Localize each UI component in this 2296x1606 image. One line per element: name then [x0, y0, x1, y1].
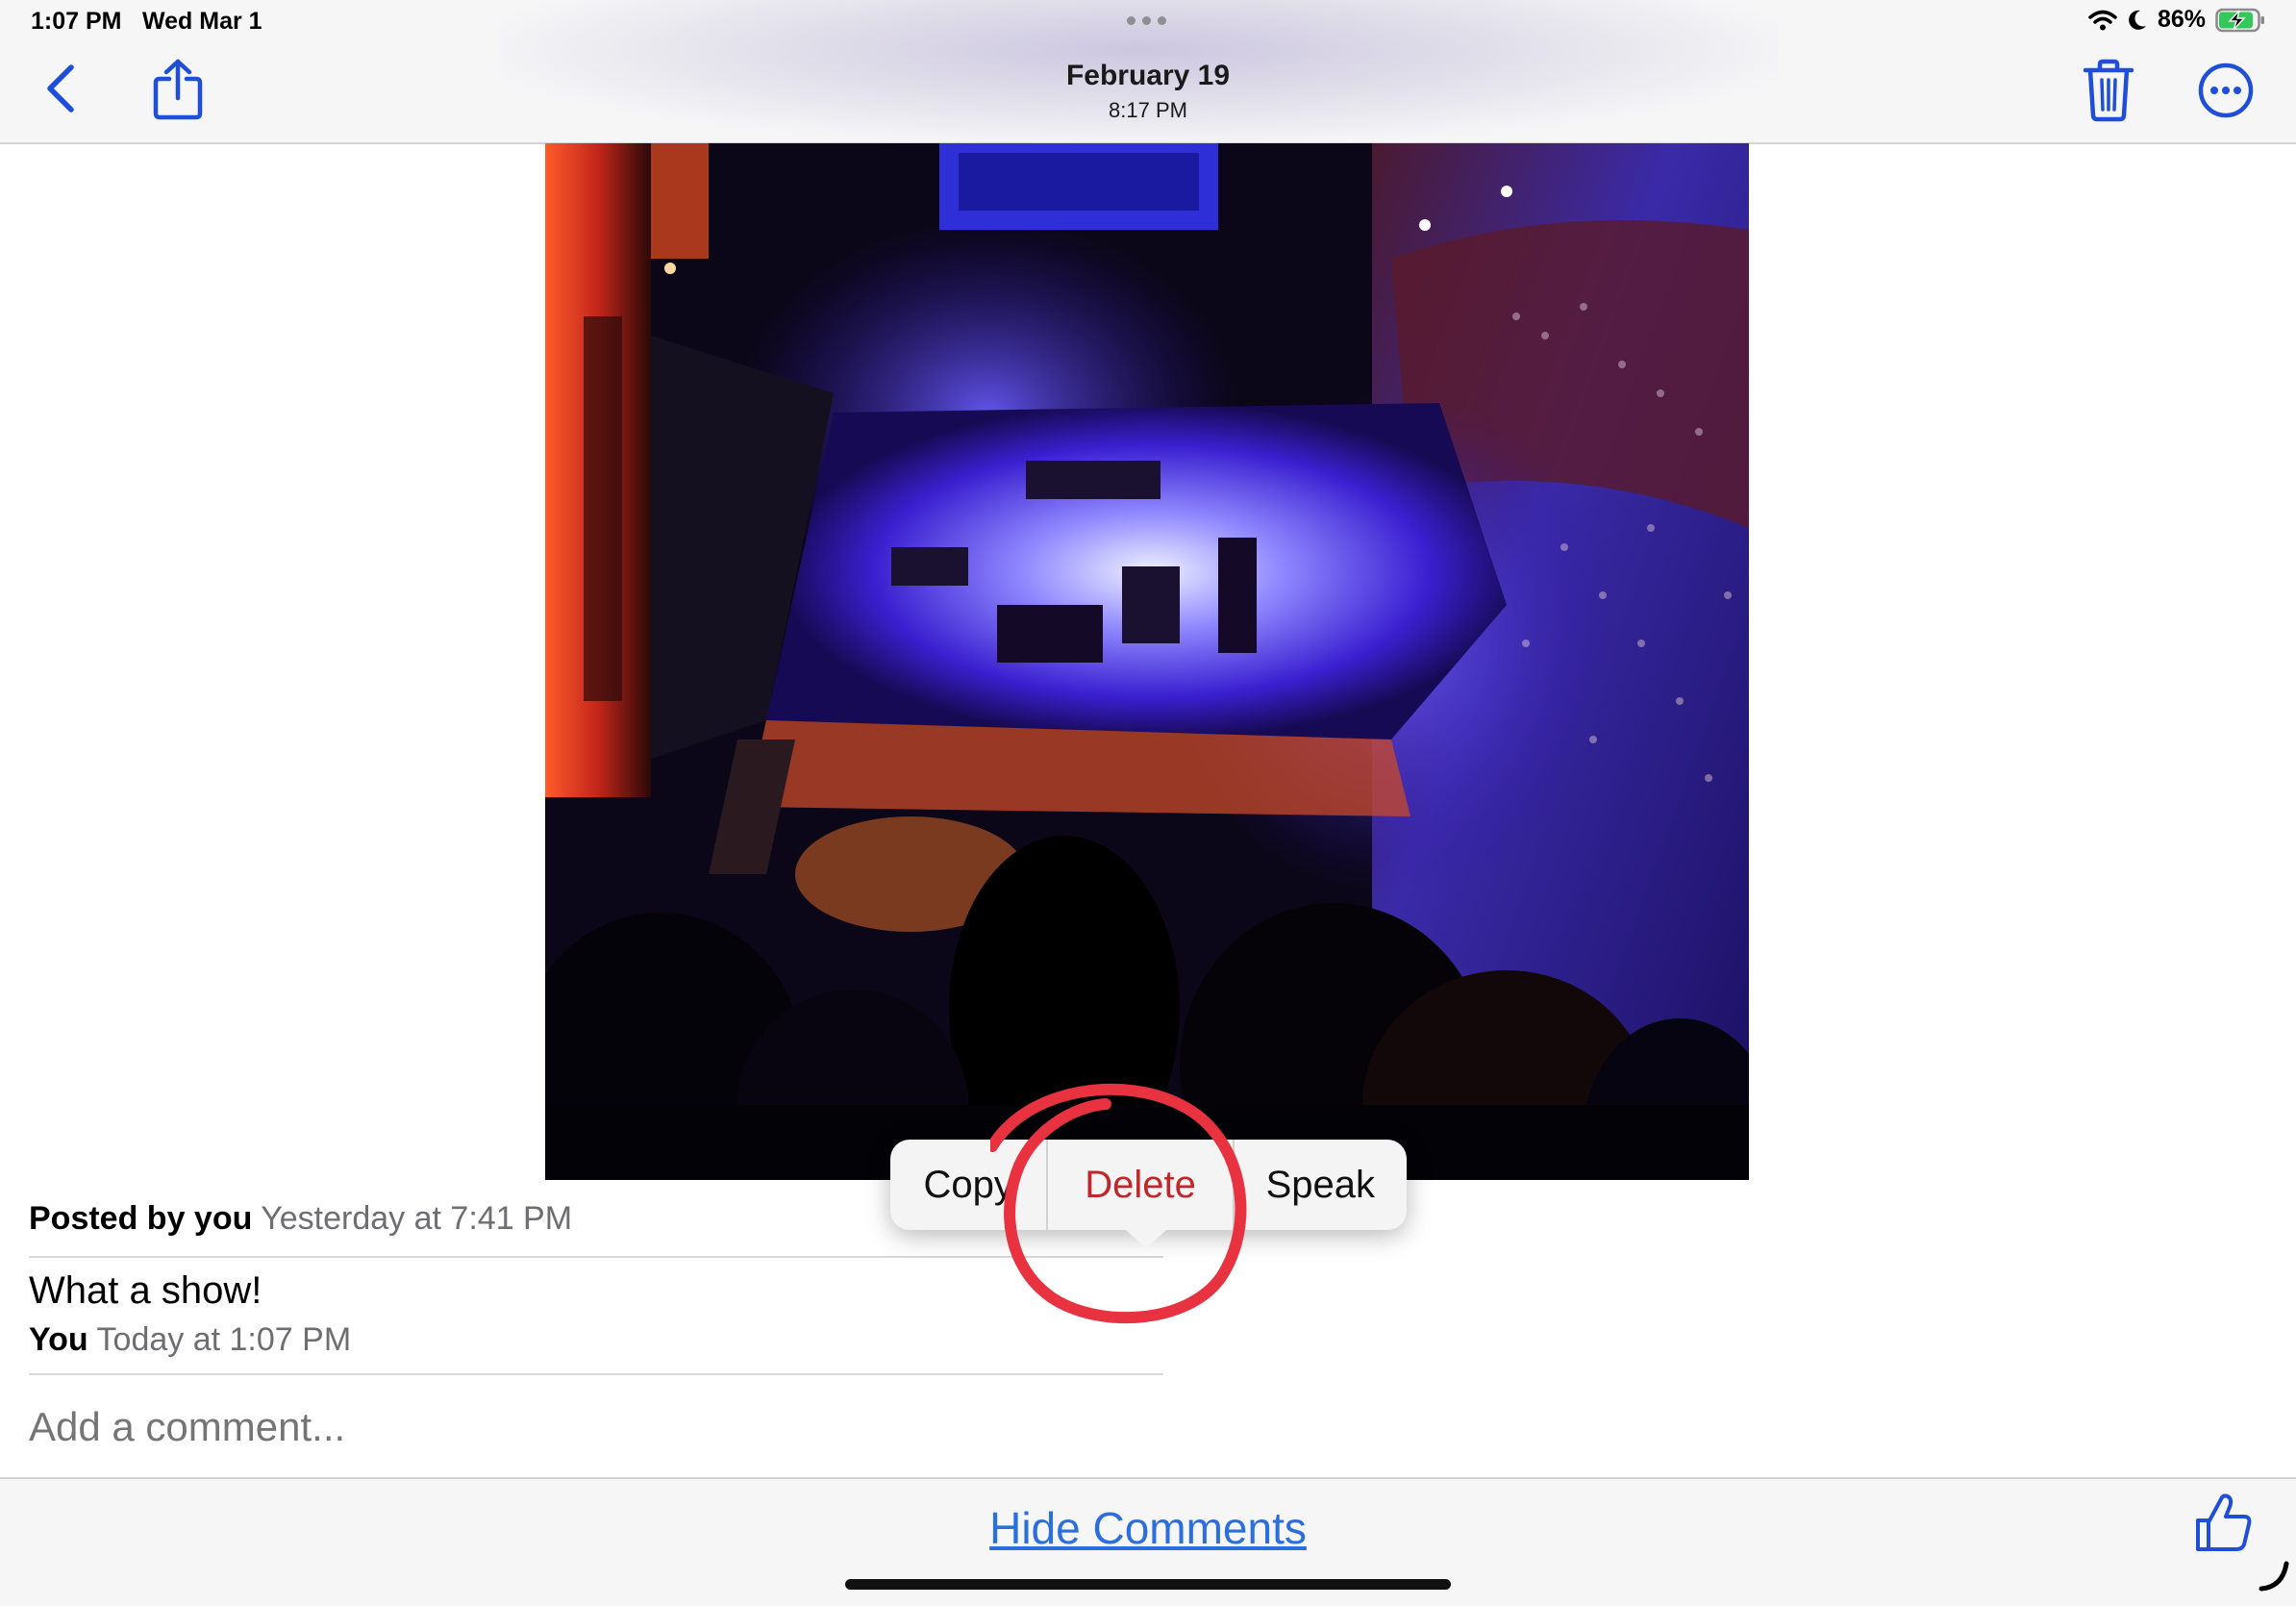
trash-icon — [2083, 59, 2134, 122]
context-menu-arrow — [1125, 1229, 1167, 1248]
comment-author: You — [29, 1321, 88, 1358]
top-navigation-bar: 1:07 PM Wed Mar 1 86% February 19 8:17 P… — [0, 0, 2296, 144]
wifi-icon — [2088, 10, 2117, 30]
photo-time-subtitle: 8:17 PM — [1109, 98, 1187, 122]
delete-menu-item[interactable]: Delete — [1046, 1140, 1235, 1230]
speak-menu-item[interactable]: Speak — [1235, 1140, 1407, 1230]
comment-timestamp: Today at 1:07 PM — [96, 1321, 352, 1358]
delete-photo-button[interactable] — [2080, 56, 2137, 125]
resize-corner-icon[interactable] — [2258, 1560, 2290, 1593]
hide-comments-link[interactable]: Hide Comments — [0, 1502, 2296, 1554]
battery-charging-icon — [2215, 8, 2264, 32]
posted-timestamp: Yesterday at 7:41 PM — [261, 1200, 573, 1237]
concert-photo-illustration — [545, 143, 1749, 1180]
posted-by-label: Posted by you — [29, 1200, 253, 1237]
status-indicators: 86% — [2088, 6, 2265, 34]
concert-photo[interactable] — [545, 143, 1749, 1180]
posted-by-line: Posted by you Yesterday at 7:41 PM — [29, 1200, 572, 1238]
text-context-menu: Copy Delete Speak — [890, 1140, 1407, 1230]
moon-icon — [2129, 10, 2146, 30]
status-date: Wed Mar 1 — [142, 8, 262, 35]
battery-percentage: 86% — [2157, 6, 2206, 33]
divider — [29, 1373, 1163, 1375]
home-indicator[interactable] — [845, 1579, 1451, 1590]
multitasking-dots[interactable] — [1127, 16, 1166, 25]
photo-date-title: February 19 — [1065, 60, 1231, 91]
comment-meta: You Today at 1:07 PM — [29, 1321, 351, 1359]
add-comment-input[interactable] — [29, 1404, 1163, 1450]
thumbs-up-icon — [2196, 1493, 2252, 1551]
like-button[interactable] — [2192, 1489, 2256, 1556]
more-options-button[interactable] — [2195, 60, 2257, 121]
copy-menu-item[interactable]: Copy — [890, 1140, 1046, 1230]
comment-text[interactable]: What a show! — [29, 1269, 262, 1313]
more-ellipsis-icon — [2198, 63, 2254, 118]
divider — [29, 1256, 1163, 1258]
status-time: 1:07 PM — [31, 8, 122, 35]
